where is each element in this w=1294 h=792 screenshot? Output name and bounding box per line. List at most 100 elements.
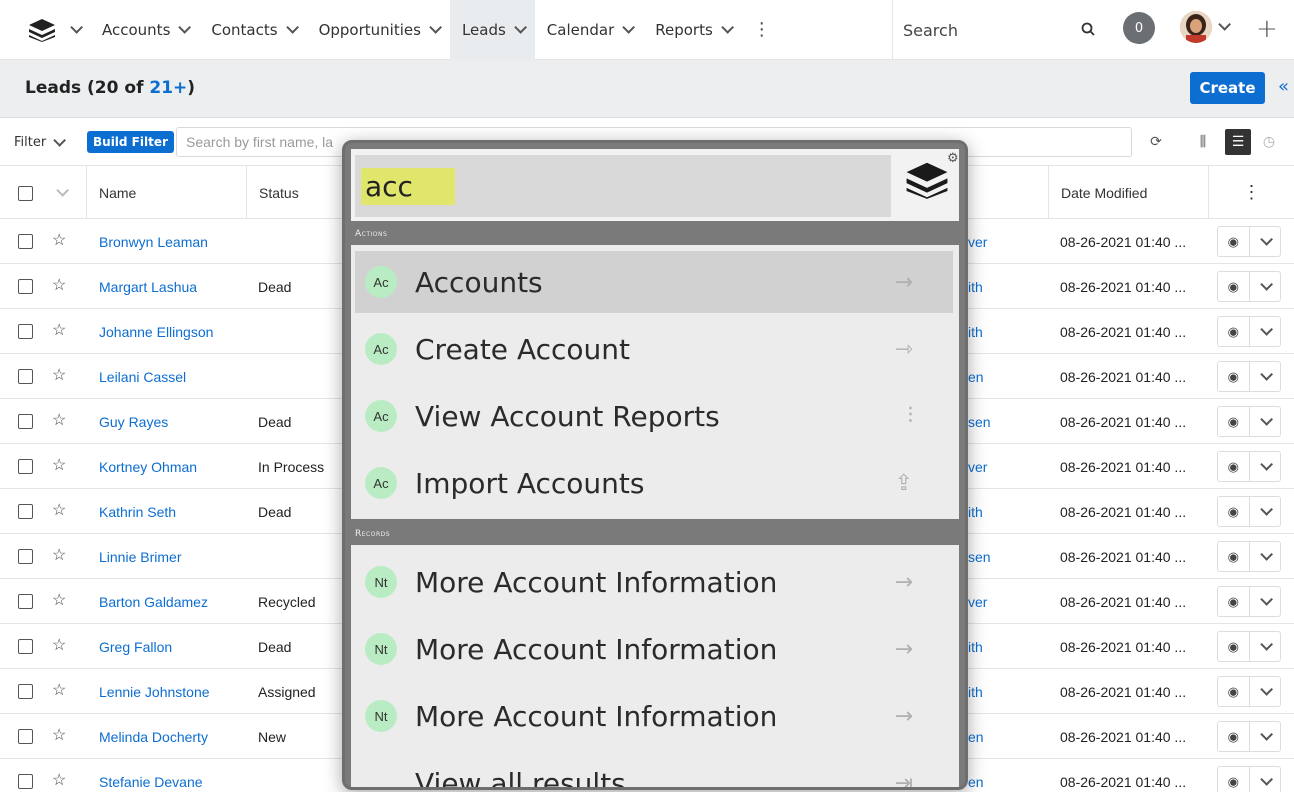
quick-search-action-item[interactable]: Ac Import Accounts ⇪ [355,452,953,514]
assigned-user-link[interactable]: sen [968,399,1044,444]
preview-eye-icon[interactable]: ◉ [1218,362,1249,391]
row-checkbox[interactable] [18,279,33,294]
refresh-icon[interactable]: ⟳ [1143,129,1169,155]
preview-eye-icon[interactable]: ◉ [1218,767,1249,792]
gear-icon[interactable]: ⚙ [947,151,959,166]
create-button[interactable]: Create [1190,72,1265,104]
row-checkbox[interactable] [18,234,33,249]
quick-search-record-item[interactable]: Nt More Account Information → [355,618,953,680]
assigned-user-link[interactable]: ver [968,219,1044,264]
quick-search-action-item[interactable]: Ac View Account Reports ⫶ [355,385,953,447]
quick-search-action-item[interactable]: Ac Accounts → [355,251,953,313]
notifications-badge[interactable]: 0 [1123,12,1155,44]
row-actions-dropdown[interactable] [1248,722,1281,751]
row-checkbox[interactable] [18,639,33,654]
nav-accounts[interactable]: Accounts [90,0,199,60]
quick-create-plus-icon[interactable]: + [1256,14,1278,44]
lead-name-link[interactable]: Guy Rayes [99,399,244,444]
row-checkbox[interactable] [18,774,33,789]
lead-name-link[interactable]: Kortney Ohman [99,444,244,489]
activity-stream-icon[interactable]: ◷ [1256,129,1282,155]
row-actions-dropdown[interactable] [1248,542,1281,571]
row-actions-dropdown[interactable] [1248,272,1281,301]
assigned-user-link[interactable]: ith [968,624,1044,669]
lead-name-link[interactable]: Melinda Docherty [99,714,244,759]
preview-eye-icon[interactable]: ◉ [1218,722,1249,751]
column-header-name[interactable]: Name [86,166,246,219]
favorite-star-icon[interactable]: ☆ [52,320,66,340]
chevron-down-icon[interactable] [56,184,69,197]
app-logo-menu[interactable] [0,0,90,60]
lead-name-link[interactable]: Leilani Cassel [99,354,244,399]
assigned-user-link[interactable]: en [968,354,1044,399]
row-checkbox[interactable] [18,504,33,519]
preview-eye-icon[interactable]: ◉ [1218,587,1249,616]
search-icon[interactable] [1081,22,1095,36]
preview-eye-icon[interactable]: ◉ [1218,227,1249,256]
favorite-star-icon[interactable]: ☆ [52,635,66,655]
favorite-star-icon[interactable]: ☆ [52,275,66,295]
assigned-user-link[interactable]: ver [968,444,1044,489]
preview-eye-icon[interactable]: ◉ [1218,407,1249,436]
column-header-date-modified[interactable]: Date Modified [1048,166,1208,219]
lead-name-link[interactable]: Johanne Ellingson [99,309,244,354]
view-all-results-item[interactable]: View all results ⇥ [355,752,953,788]
quick-search-action-item[interactable]: Ac Create Account ⇾ [355,318,953,380]
favorite-star-icon[interactable]: ☆ [52,365,66,385]
lead-name-link[interactable]: Margart Lashua [99,264,244,309]
nav-leads[interactable]: Leads [449,0,535,60]
assigned-user-link[interactable]: ith [968,264,1044,309]
row-checkbox[interactable] [18,324,33,339]
quick-search-record-item[interactable]: Nt More Account Information → [355,551,953,613]
favorite-star-icon[interactable]: ☆ [52,680,66,700]
favorite-star-icon[interactable]: ☆ [52,590,66,610]
filter-dropdown[interactable]: Filter [14,128,67,156]
assigned-user-link[interactable]: sen [968,534,1044,579]
assigned-user-link[interactable]: en [968,714,1044,759]
row-actions-dropdown[interactable] [1248,632,1281,661]
row-checkbox[interactable] [18,684,33,699]
lead-name-link[interactable]: Linnie Brimer [99,534,244,579]
row-actions-dropdown[interactable] [1248,497,1281,526]
favorite-star-icon[interactable]: ☆ [52,410,66,430]
favorite-star-icon[interactable]: ☆ [52,230,66,250]
row-checkbox[interactable] [18,549,33,564]
preview-eye-icon[interactable]: ◉ [1218,497,1249,526]
lead-name-link[interactable]: Barton Galdamez [99,579,244,624]
lead-name-link[interactable]: Kathrin Seth [99,489,244,534]
assigned-user-link[interactable]: en [968,759,1044,792]
lead-name-link[interactable]: Greg Fallon [99,624,244,669]
row-actions-dropdown[interactable] [1248,677,1281,706]
row-actions-dropdown[interactable] [1248,767,1281,792]
favorite-star-icon[interactable]: ☆ [52,725,66,745]
row-checkbox[interactable] [18,729,33,744]
favorite-star-icon[interactable]: ☆ [52,545,66,565]
preview-eye-icon[interactable]: ◉ [1218,272,1249,301]
favorite-star-icon[interactable]: ☆ [52,770,66,790]
lead-name-link[interactable]: Bronwyn Leaman [99,219,244,264]
lead-name-link[interactable]: Stefanie Devane [99,759,244,792]
column-settings-icon[interactable]: ⋮ [1208,166,1294,219]
preview-eye-icon[interactable]: ◉ [1218,632,1249,661]
row-actions-dropdown[interactable] [1248,317,1281,346]
row-actions-dropdown[interactable] [1248,362,1281,391]
preview-eye-icon[interactable]: ◉ [1218,542,1249,571]
more-menu-icon[interactable]: ⋮ [742,0,782,60]
row-actions-dropdown[interactable] [1248,227,1281,256]
nav-reports[interactable]: Reports [643,0,742,60]
preview-eye-icon[interactable]: ◉ [1218,317,1249,346]
select-all-checkbox[interactable] [18,186,33,201]
quick-search-input[interactable]: acc [355,155,891,217]
favorite-star-icon[interactable]: ☆ [52,455,66,475]
quick-search-record-item[interactable]: Nt More Account Information → [355,685,953,747]
row-checkbox[interactable] [18,459,33,474]
row-checkbox[interactable] [18,594,33,609]
favorite-star-icon[interactable]: ☆ [52,500,66,520]
row-checkbox[interactable] [18,369,33,384]
row-checkbox[interactable] [18,414,33,429]
collapse-sidebar-icon[interactable]: « [1278,76,1289,97]
total-count-link[interactable]: 21+ [149,78,187,98]
column-header-status[interactable]: Status [246,166,346,219]
lead-name-link[interactable]: Lennie Johnstone [99,669,244,714]
preview-eye-icon[interactable]: ◉ [1218,677,1249,706]
